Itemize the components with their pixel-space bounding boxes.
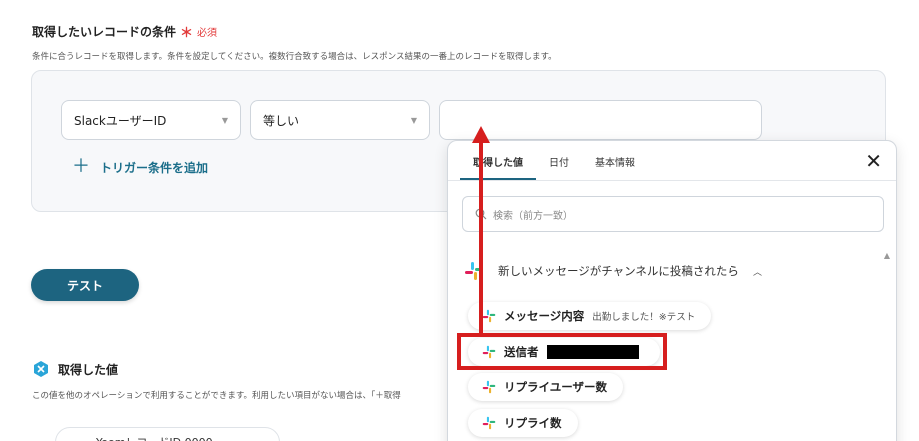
section-description: 条件に合うレコードを取得します。条件を設定してください。複数行合致する場合は、レ…	[32, 52, 557, 62]
section-title-text: 取得したいレコードの条件	[32, 25, 177, 39]
required-mark: ＊	[180, 26, 194, 41]
close-icon[interactable]: ✕	[865, 151, 882, 171]
slack-icon	[482, 416, 496, 430]
slack-icon	[482, 380, 496, 394]
required-text: 必須	[197, 28, 218, 39]
operator-select-value: 等しい	[263, 113, 300, 128]
obtained-values-description: この値を他のオペレーションで利用することができます。利用したい項目がない場合は、…	[32, 391, 401, 401]
field-select[interactable]: SlackユーザーID ▼	[61, 100, 241, 140]
value-chip-sample: 出勤しました！※テスト	[592, 312, 696, 323]
record-id-chip[interactable]: YoomレコードID 0000	[55, 427, 280, 441]
chevron-up-icon: ︿	[752, 267, 762, 278]
value-chip-label: リプライユーザー数	[504, 380, 608, 394]
obtained-values-title: 取得した値	[32, 360, 118, 378]
add-trigger-label: トリガー条件を追加	[100, 160, 209, 175]
obtained-values-icon	[34, 361, 48, 377]
slack-icon	[482, 309, 496, 323]
trigger-group-title: 新しいメッセージがチャンネルに投稿されたら	[498, 264, 739, 278]
value-chip-reply-count[interactable]: リプライ数	[468, 409, 578, 437]
add-trigger-condition-button[interactable]: ＋ トリガー条件を追加	[72, 158, 208, 176]
annotation-highlight-box	[457, 333, 667, 370]
search-icon	[475, 208, 487, 220]
field-select-value: SlackユーザーID	[74, 113, 167, 128]
tab-obtained-values[interactable]: 取得した値	[460, 141, 536, 180]
operator-select[interactable]: 等しい ▼	[250, 100, 430, 140]
value-chip-reply-users[interactable]: リプライユーザー数	[468, 373, 624, 401]
value-chip-message[interactable]: メッセージ内容 出勤しました！※テスト	[468, 302, 712, 330]
tab-basic-info[interactable]: 基本情報	[582, 141, 648, 180]
value-chip-label: リプライ数	[504, 416, 562, 430]
chevron-down-icon: ▼	[221, 115, 228, 125]
section-title: 取得したいレコードの条件 ＊ 必須	[32, 22, 217, 41]
trigger-group-header[interactable]: 新しいメッセージがチャンネルに投稿されたら ︿	[464, 261, 762, 281]
value-chip-label: メッセージ内容	[504, 309, 585, 323]
slack-icon	[465, 262, 483, 280]
tab-divider	[448, 180, 896, 181]
panel-tabs: 取得した値 日付 基本情報	[460, 141, 648, 181]
search-placeholder: 検索（前方一致）	[493, 210, 573, 222]
test-button[interactable]: テスト	[31, 269, 139, 301]
plus-icon: ＋	[72, 156, 90, 177]
value-input[interactable]	[439, 100, 762, 140]
tab-date[interactable]: 日付	[536, 141, 582, 180]
obtained-values-title-text: 取得した値	[58, 362, 119, 377]
chevron-down-icon: ▼	[410, 115, 417, 125]
search-input[interactable]: 検索（前方一致）	[462, 196, 884, 232]
scroll-up-icon[interactable]: ▲	[884, 251, 890, 260]
value-picker-panel: 取得した値 日付 基本情報 ✕ 検索（前方一致） ▲ 新しいメッセージがチャンネ…	[447, 140, 897, 441]
